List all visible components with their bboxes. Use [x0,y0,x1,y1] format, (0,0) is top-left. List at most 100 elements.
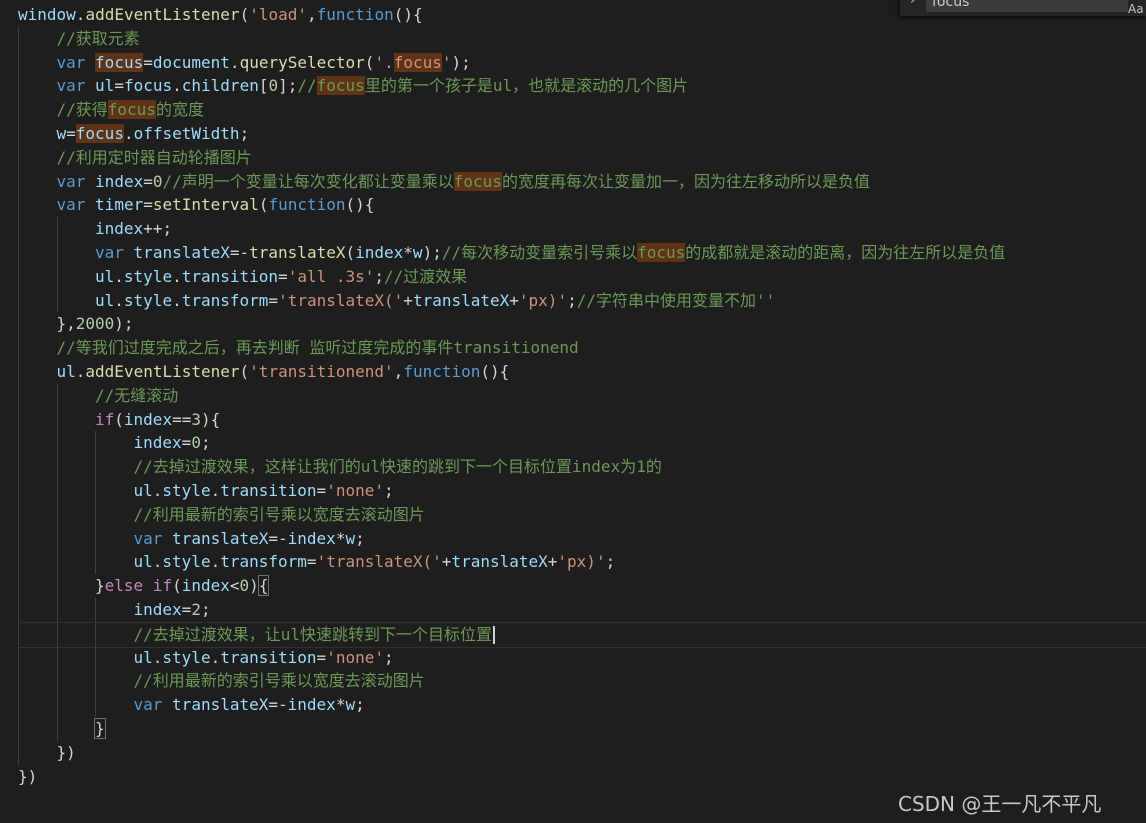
indent-guide [56,598,58,622]
indent-guide [56,574,58,598]
code-token: ul [95,266,115,286]
code-token: index [95,219,144,239]
code-token: style [162,552,211,572]
code-token: w [56,124,67,143]
code-token: //字符串中使用变量不加'' [576,290,776,310]
indent-guide [56,669,58,694]
code-token: function [268,195,346,215]
code-token: window [18,5,76,24]
code-token: var [95,243,124,262]
indent-guide [18,264,19,289]
code-token: ul [56,362,76,381]
search-match: focus [95,52,144,72]
code-token: ( [239,362,250,381]
code-token: //无缝滚动 [95,385,179,405]
code-token: // [297,76,317,96]
code-token: var [56,52,86,72]
match-case-toggle[interactable]: Aa [1128,2,1144,16]
code-text: ul.style.transition='none'; [134,479,394,503]
code-token: , [307,5,317,24]
code-token: index [181,576,230,596]
indent-guide [18,693,19,717]
search-match: focus [75,124,124,143]
indent-guide [18,50,19,75]
code-token: ){ [200,409,221,429]
code-token: =- [229,243,250,262]
matching-bracket: } [94,718,106,739]
indent-guide [18,193,19,218]
indent-guide [56,241,58,265]
indent-guide [95,502,96,527]
code-token: }, [56,314,76,334]
code-token: ( [239,5,250,24]
code-text: ul.addEventListener('transitionend',func… [57,360,510,384]
indent-guide [18,550,19,575]
code-token: ul [95,290,115,310]
code-token: ( [114,409,124,429]
code-token: //获得 [56,100,108,120]
indent-guide [18,407,19,432]
indent-guide [18,336,19,360]
code-token: ) [249,576,259,596]
code-editor[interactable]: window.addEventListener('load',function(… [0,0,1146,823]
indent-guide [95,479,96,503]
code-token: transform [181,290,269,310]
indent-guide [95,598,96,622]
code-token: ++; [143,219,173,239]
indent-guide [18,574,19,598]
code-token: ); [422,243,442,262]
code-token: //过渡效果 [384,266,468,286]
code-token: ); [451,52,471,72]
code-text: //获得focus的宽度 [57,98,204,122]
code-token: . [210,552,221,572]
code-text: var translateX=-index*w; [134,693,365,717]
code-token: index [133,600,182,619]
code-token: 'translateX(' [316,552,442,572]
code-token: 'px)' [557,552,606,572]
indent-guide [18,740,19,765]
code-token: //获取元素 [56,28,140,48]
indent-guide [56,431,58,456]
code-token: //去掉过渡效果，让ul快速跳转到下一个目标位置 [133,624,493,644]
code-token: var [133,528,163,548]
code-text: }) [57,741,76,765]
code-token: = [143,195,153,215]
code-token: addEventListener [85,362,240,381]
code-token: =- [268,528,288,548]
indent-guide [18,717,19,741]
code-token: * [335,528,346,548]
indent-guide [95,645,96,670]
chevron-right-icon[interactable]: › [910,0,916,8]
code-token: . [114,266,124,286]
code-token: addEventListener [85,5,240,24]
code-text: }else if(index<0){ [95,574,270,598]
code-line[interactable]: //去掉过渡效果，让ul快速跳转到下一个目标位置 [18,621,1146,648]
code-token: * [403,243,413,262]
code-token: . [75,5,86,24]
indent-guide [56,407,58,432]
code-token: ; [200,433,211,453]
search-match: focus [316,76,365,96]
code-token: + [403,290,413,310]
code-token: =- [268,695,288,715]
indent-guide [18,431,19,456]
find-input[interactable] [926,0,1128,12]
code-token: var [133,695,163,715]
code-token: 里的第一个孩子是ul，也就是滚动的几个图片 [364,76,689,96]
code-token: }) [18,766,38,786]
code-token: ( [345,243,356,262]
code-token: 'all .3s' [287,266,375,286]
code-token: = [316,481,327,500]
indent-guide [18,526,19,551]
code-text: //利用定时器自动轮播图片 [57,146,252,170]
code-token: . [172,290,182,310]
code-text: ul.style.transform='translateX('+transla… [95,289,775,313]
code-text: }) [18,765,37,789]
code-text: //去掉过渡效果，让ul快速跳转到下一个目标位置 [134,623,496,647]
code-token: 2 [191,600,201,619]
code-text: //利用最新的索引号乘以宽度去滚动图片 [134,669,425,693]
code-token: index [123,409,173,429]
code-token: function [403,362,481,381]
